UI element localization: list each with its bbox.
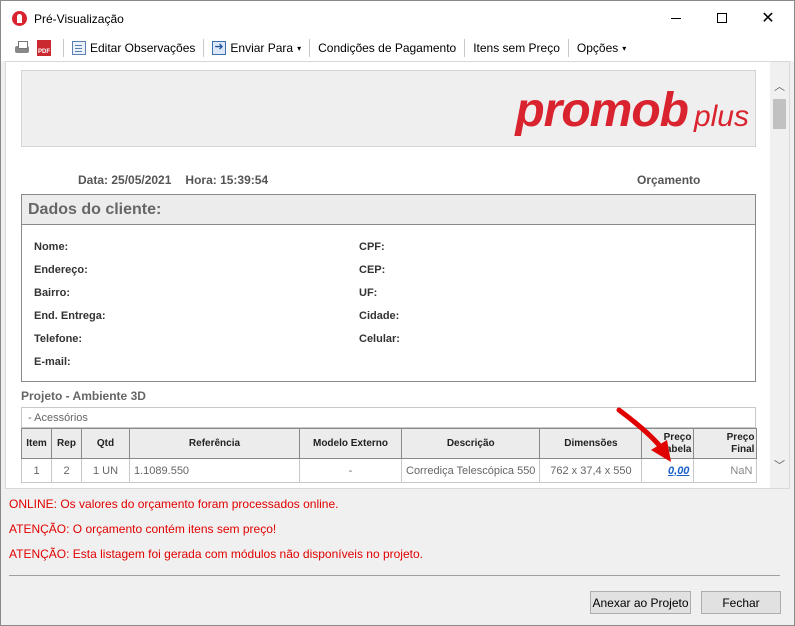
window-title: Pré-Visualização (34, 12, 124, 26)
project-title: Projeto - Ambiente 3D (21, 389, 146, 403)
report-hour: Hora: 15:39:54 (185, 173, 269, 187)
column-header[interactable]: Qtd (81, 428, 130, 459)
toolbar-separator (309, 39, 311, 57)
red-arrow-annotation (616, 407, 671, 462)
attach-to-project-button[interactable]: Anexar ao Projeto (590, 591, 691, 614)
column-header[interactable]: Rep (51, 428, 82, 459)
toolbar-separator (63, 39, 64, 57)
promob-app-icon (12, 11, 27, 26)
pdf-icon: PDF (37, 40, 51, 56)
client-field-cep: CEP: (359, 264, 386, 276)
toolbar: PDF Editar Observações Enviar Para ▾ Con… (1, 35, 794, 61)
close-window-button[interactable]: ✕ (745, 1, 791, 35)
client-field-uf: UF: (359, 287, 378, 299)
unpriced-items-button[interactable]: Itens sem Preço (471, 41, 562, 55)
close-icon: ✕ (761, 10, 775, 27)
export-pdf-button[interactable]: PDF (35, 39, 53, 57)
scroll-thumb[interactable] (773, 99, 786, 129)
logo-main-text: promob (515, 84, 689, 137)
client-field-city: Cidade: (359, 310, 400, 322)
column-header-price-final[interactable]: Preço Final (693, 428, 758, 459)
column-header[interactable]: Item (21, 428, 52, 459)
vertical-scrollbar[interactable]: ︿ ﹀ (770, 62, 789, 488)
scroll-up-icon[interactable]: ︿ (770, 76, 789, 96)
message-online: ONLINE: Os valores do orçamento foram pr… (9, 497, 339, 511)
cell-rep: 2 (51, 458, 82, 483)
logo-sub-text: plus (693, 100, 749, 133)
close-button[interactable]: Fechar (701, 591, 781, 614)
header-line: Preço (726, 431, 755, 443)
client-section-title: Dados do cliente: (22, 195, 755, 225)
client-field-mobile: Celular: (359, 333, 400, 345)
date-time-line: Data: 25/05/2021 Hora: 15:39:54 (78, 173, 268, 187)
cell-price-final: NaN (693, 458, 758, 483)
header-line: Final (731, 443, 755, 455)
client-field-name: Nome: (34, 241, 69, 253)
unpriced-items-label: Itens sem Preço (473, 41, 560, 55)
edit-notes-label: Editar Observações (90, 41, 196, 55)
send-icon (212, 40, 227, 55)
client-field-phone: Telefone: (34, 333, 83, 345)
title-bar: Pré-Visualização ✕ (1, 1, 794, 35)
toolbar-separator (567, 39, 569, 57)
cell-item: 1 (21, 458, 52, 483)
cell-reference: 1.1089.550 (129, 458, 300, 483)
dropdown-caret-icon: ▾ (622, 43, 627, 53)
message-warning-unpriced: ATENÇÃO: O orçamento contém itens sem pr… (9, 522, 277, 536)
send-to-button[interactable]: Enviar Para ▾ (210, 40, 303, 55)
column-header[interactable]: Modelo Externo (299, 428, 402, 459)
toolbar-separator (203, 39, 205, 57)
group-label: - Acessórios (28, 411, 88, 424)
scroll-down-icon[interactable]: ﹀ (770, 455, 789, 475)
client-field-cpf: CPF: (359, 241, 385, 253)
notes-icon (72, 41, 86, 55)
message-warning-modules: ATENÇÃO: Esta listagem foi gerada com mó… (9, 547, 423, 561)
print-button[interactable] (13, 39, 31, 57)
payment-terms-label: Condições de Pagamento (318, 41, 457, 55)
maximize-button[interactable] (699, 1, 745, 35)
cell-description: Corrediça Telescópica 550 (400, 458, 541, 483)
client-field-email: E-mail: (34, 356, 71, 368)
options-button[interactable]: Opções ▾ (575, 41, 628, 55)
cell-qty: 1 UN (81, 458, 130, 483)
column-header[interactable]: Referência (129, 428, 300, 459)
minimize-icon (671, 17, 681, 19)
document-type: Orçamento (637, 173, 701, 187)
cell-external-model: - (299, 458, 402, 483)
options-label: Opções (576, 41, 619, 55)
toolbar-separator (464, 39, 466, 57)
minimize-button[interactable] (653, 1, 699, 35)
preview-window: Pré-Visualização ✕ PDF Editar Observaçõe… (0, 0, 795, 626)
divider (9, 575, 780, 576)
client-field-delivery-address: End. Entrega: (34, 310, 106, 322)
maximize-icon (717, 13, 727, 23)
send-to-label: Enviar Para (230, 41, 294, 55)
column-header[interactable]: Descrição (400, 428, 541, 459)
client-field-district: Bairro: (34, 287, 71, 299)
report-header-banner: promob plus (21, 70, 756, 147)
promob-logo: promob plus (515, 83, 749, 138)
client-field-address: Endereço: (34, 264, 88, 276)
edit-notes-button[interactable]: Editar Observações (70, 41, 197, 55)
client-data-section: Dados do cliente: Nome: Endereço: Bairro… (21, 194, 756, 382)
report-preview: promob plus Data: 25/05/2021 Hora: 15:39:5… (5, 61, 790, 489)
printer-icon (14, 41, 30, 55)
dropdown-caret-icon: ▾ (297, 43, 302, 53)
report-date: Data: 25/05/2021 (78, 173, 172, 187)
payment-terms-button[interactable]: Condições de Pagamento (316, 41, 458, 55)
